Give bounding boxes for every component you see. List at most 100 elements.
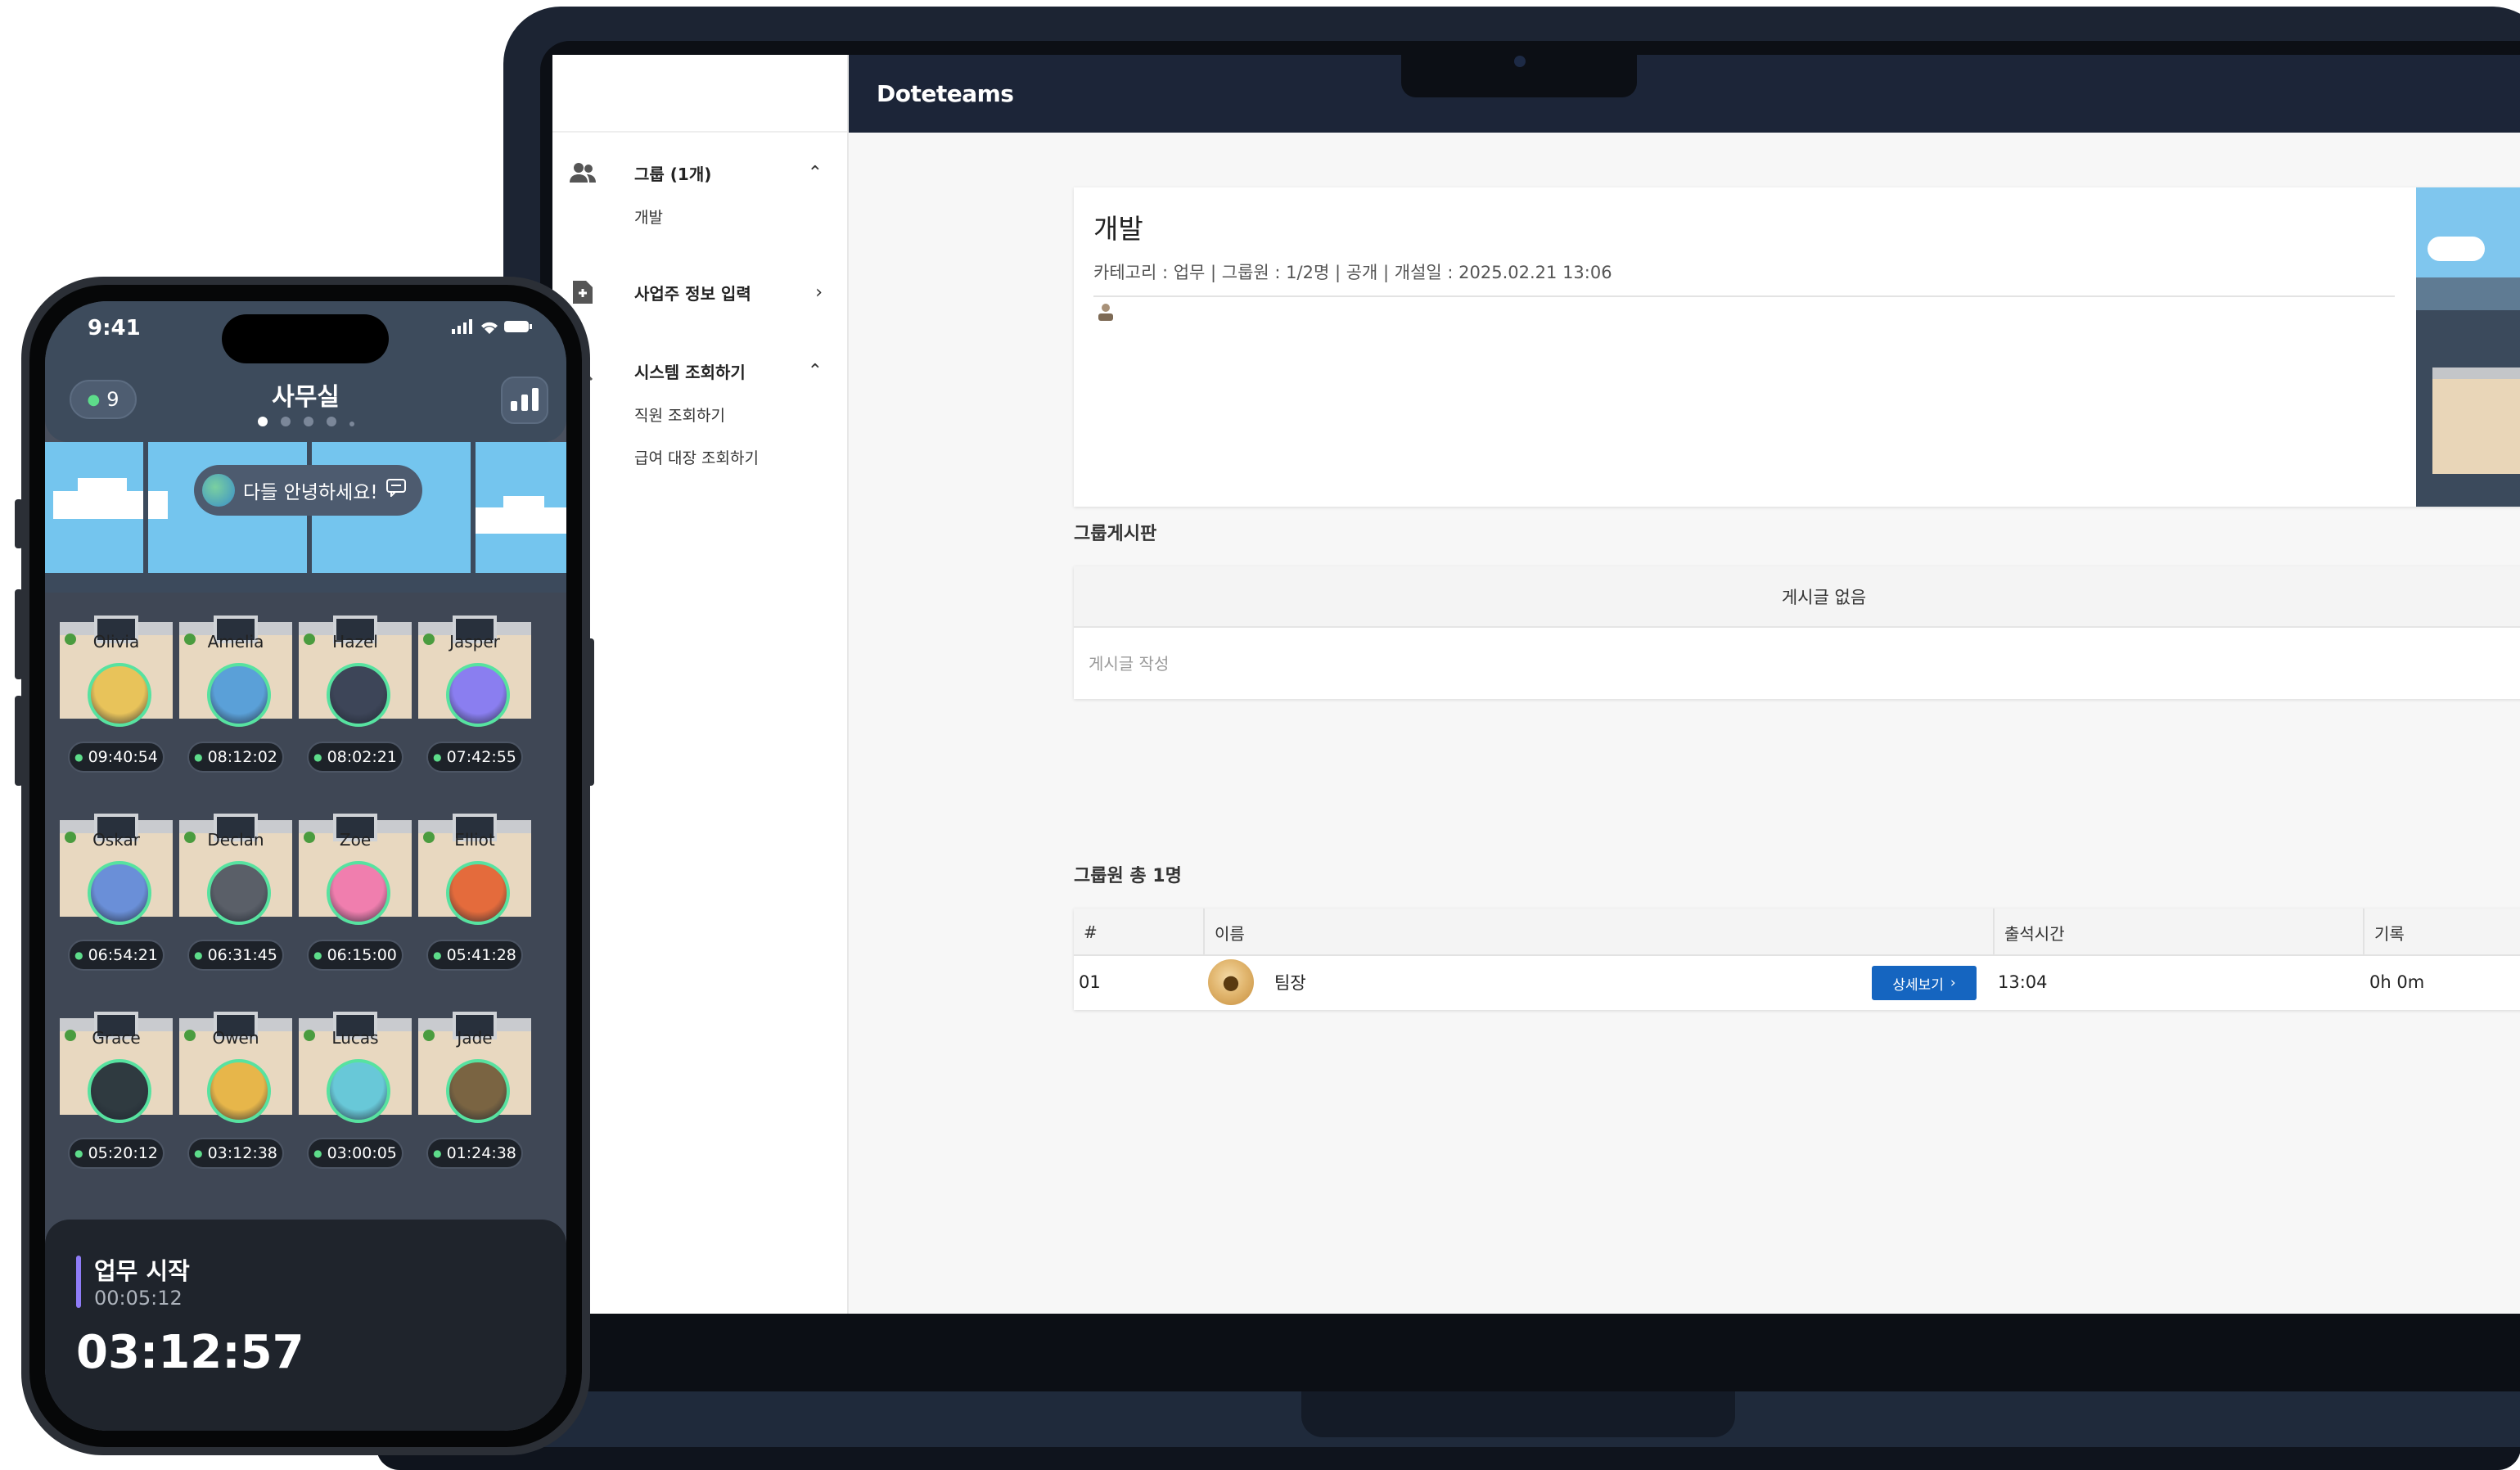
avatar (202, 474, 235, 507)
phone-header: 9:41 ● 9 사무실 (45, 301, 566, 442)
member-number: 01 (1079, 972, 1101, 992)
seat-timer-value: 07:42:55 (446, 748, 516, 766)
members-table: # 이름 출석시간 기록 01 ● 팀장 상세보기 › 13:04 0h 0m (1074, 909, 2520, 1010)
chat-icon (385, 479, 406, 502)
seat-timer: ● 07:42:55 (426, 742, 523, 773)
laptop-hinge (1301, 1391, 1735, 1437)
online-dot-icon: ● (313, 949, 322, 961)
work-status-panel: 업무 시작 00:05:12 03:12:57 (45, 1220, 566, 1431)
seat-user-name: Jade (457, 1028, 493, 1048)
dynamic-island (222, 314, 389, 363)
page-indicator[interactable] (45, 414, 566, 430)
online-dot-icon: ● (433, 949, 442, 961)
seat-card[interactable]: Owen ● 03:12:38 (176, 1012, 295, 1200)
phone-button (15, 589, 23, 679)
seat-card[interactable]: Jade ● 01:24:38 (415, 1012, 534, 1200)
avatar (327, 663, 390, 727)
chevron-up-icon: ⌃ (807, 360, 823, 381)
seat-card[interactable]: Zoe ● 06:15:00 (295, 814, 415, 1002)
detail-view-button[interactable]: 상세보기 › (1872, 966, 1977, 1000)
avatar (88, 663, 151, 727)
member-avatar: ● (1208, 956, 1254, 1008)
avatar (207, 861, 271, 925)
online-dot-icon: ● (74, 751, 83, 763)
seat-card[interactable]: Olivia ● 09:40:54 (56, 616, 176, 804)
sidebar-section-groups[interactable]: 그룹 (1개) ⌃ (552, 151, 847, 195)
avatar (207, 1059, 271, 1123)
app-brand[interactable]: Doteteams (877, 55, 1014, 133)
seat-card[interactable]: Hazel ● 08:02:21 (295, 616, 415, 804)
chevron-up-icon: ⌃ (807, 162, 823, 183)
room-title: 사무실 (272, 383, 340, 412)
seat-card[interactable]: Oskar ● 06:54:21 (56, 814, 176, 1002)
sidebar-item-group[interactable]: 개발 (552, 195, 847, 237)
chat-bubble[interactable]: 다들 안녕하세요! (194, 465, 422, 516)
seat-user-name: Amelia (207, 632, 264, 652)
seat-user-name: Lucas (331, 1028, 379, 1048)
seat-card[interactable]: Jasper ● 07:42:55 (415, 616, 534, 804)
seat-timer-value: 06:15:00 (327, 946, 397, 964)
avatar (446, 861, 510, 925)
online-dot-icon: ● (313, 1148, 322, 1159)
avatar (446, 1059, 510, 1123)
avatar (88, 1059, 151, 1123)
task-label: 업무 시작 (94, 1257, 190, 1285)
avatar (327, 1059, 390, 1123)
main-content: 개발 카테고리 : 업무 | 그룹원 : 1/2명 | 공개 | 개설일 : 2… (849, 133, 2520, 1314)
seat-user-name: Olivia (92, 632, 140, 652)
attendance-time: 13:04 (1998, 972, 2048, 992)
sidebar-section-system[interactable]: 시스템 조회하기 ⌃ (552, 349, 847, 393)
board-write-input[interactable]: 게시글 작성 (1074, 628, 2520, 697)
seat-timer: ● 05:20:12 (68, 1138, 165, 1169)
laptop-screen: 그룹 (1개) ⌃ 개발 사업주 정보 입력 › 시스템 조회하기 ⌃ 직원 조… (552, 55, 2520, 1314)
sidebar-item-employees[interactable]: 직원 조회하기 (552, 393, 847, 435)
members-heading: 그룹원 총 1명 (1074, 866, 1182, 886)
avatar (327, 861, 390, 925)
seat-timer: ● 03:12:38 (187, 1138, 284, 1169)
group-board: 게시글 없음 게시글 작성 (1074, 566, 2520, 699)
sidebar-item-payroll[interactable]: 급여 대장 조회하기 (552, 435, 847, 478)
status-icons (452, 318, 534, 340)
sidebar-section-title: 시스템 조회하기 (634, 362, 746, 382)
seat-timer: ● 05:41:28 (426, 940, 523, 971)
phone-button (15, 499, 23, 548)
sidebar-section-title: 그룹 (1개) (634, 164, 712, 184)
seat-card[interactable]: Amelia ● 08:12:02 (176, 616, 295, 804)
seat-timer: ● 06:15:00 (307, 940, 403, 971)
column-header: 기록 (2374, 923, 2405, 944)
office-preview-image (2416, 187, 2520, 507)
column-header: # (1074, 909, 1205, 956)
board-heading: 그룹게시판 (1074, 524, 1157, 544)
phone-button (586, 638, 594, 786)
seat-timer-value: 01:24:38 (446, 1144, 516, 1162)
online-dot-icon: ● (74, 949, 83, 961)
seat-card[interactable]: Lucas ● 03:00:05 (295, 1012, 415, 1200)
task-elapsed: 00:05:12 (94, 1287, 183, 1310)
stats-chart-button[interactable] (501, 377, 548, 424)
group-users-icon (569, 159, 597, 187)
table-header: # 이름 출석시간 기록 (1074, 909, 2520, 956)
seat-user-name: Elliot (454, 830, 495, 850)
phone-button (15, 696, 23, 786)
seat-timer-value: 08:12:02 (207, 748, 277, 766)
online-dot-icon: ● (194, 1148, 203, 1159)
seat-card[interactable]: Elliot ● 05:41:28 (415, 814, 534, 1002)
sidebar-section-business-info[interactable]: 사업주 정보 입력 › (552, 270, 847, 314)
seat-user-name: Jasper (449, 632, 500, 652)
chat-bubble-text: 다들 안녕하세요! (243, 482, 378, 503)
seat-timer: ● 08:02:21 (307, 742, 403, 773)
document-add-icon (569, 278, 597, 306)
online-dot-icon: ● (433, 1148, 442, 1159)
seat-card[interactable]: Grace ● 05:20:12 (56, 1012, 176, 1200)
sidebar-header (552, 55, 847, 133)
column-header: 이름 (1205, 909, 1995, 956)
seat-timer-value: 08:02:21 (327, 748, 397, 766)
seat-timer-value: 05:20:12 (88, 1144, 158, 1162)
record-value: 0h 0m (2369, 972, 2425, 992)
column-header: 출석시간 (1995, 909, 2364, 956)
group-meta: 카테고리 : 업무 | 그룹원 : 1/2명 | 공개 | 개설일 : 2025… (1093, 259, 2395, 297)
laptop-foot (376, 1447, 2520, 1470)
seat-timer: ● 09:40:54 (68, 742, 165, 773)
seat-card[interactable]: Declan ● 06:31:45 (176, 814, 295, 1002)
seat-timer: ● 03:00:05 (307, 1138, 403, 1169)
